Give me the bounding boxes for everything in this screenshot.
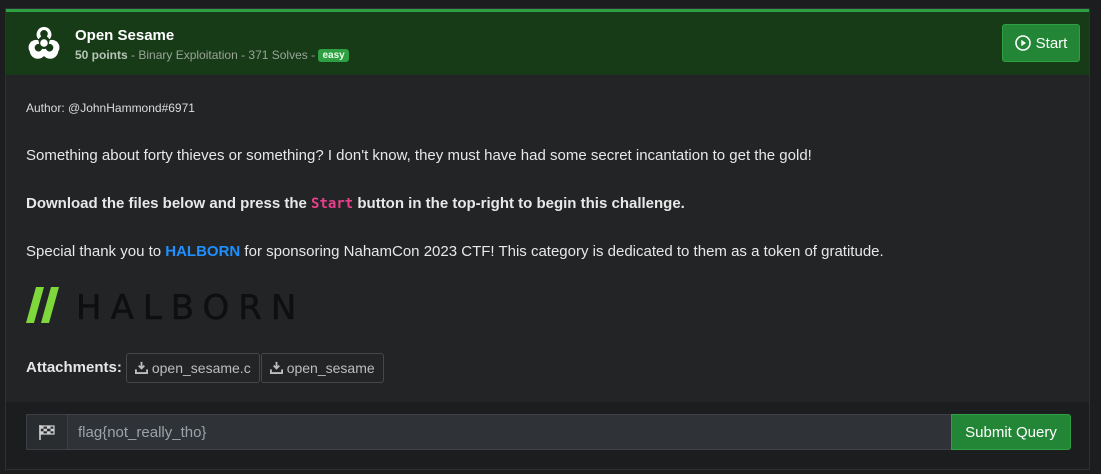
challenge-meta: 50 points - Binary Exploitation - 371 So…: [75, 48, 349, 62]
halborn-logo-text: HALBORN: [76, 288, 305, 323]
halborn-logo: HALBORN: [26, 287, 305, 323]
attachment-label: open_sesame: [286, 359, 375, 376]
halborn-link[interactable]: HALBORN: [165, 243, 240, 260]
author-line: Author: @JohnHammond#6971: [26, 101, 195, 115]
submit-query-button[interactable]: Submit Query: [951, 414, 1071, 450]
challenge-header: Open Sesame 50 points - Binary Exploitat…: [6, 9, 1089, 75]
meta-category-solves: - Binary Exploitation - 371 Solves -: [127, 48, 319, 62]
points-value: 50 points: [75, 48, 128, 62]
start-button[interactable]: Start: [1002, 24, 1080, 62]
start-button-label: Start: [1035, 34, 1068, 52]
challenge-description: Something about forty thieves or somethi…: [26, 147, 812, 164]
challenge-instruction: Download the files below and press the S…: [26, 195, 685, 212]
attachment-open-sesame-c[interactable]: open_sesame.c: [125, 352, 260, 383]
checkered-flag-icon: [39, 425, 55, 440]
instruction-text-post: button in the top-right to begin this ch…: [353, 195, 685, 212]
attachment-open-sesame[interactable]: open_sesame: [260, 352, 384, 383]
challenge-title: Open Sesame: [75, 27, 175, 44]
instruction-text-pre: Download the files below and press the: [26, 195, 312, 212]
thanks-text-post: for sponsoring NahamCon 2023 CTF! This c…: [240, 243, 884, 260]
instruction-code: Start: [311, 196, 354, 212]
attachment-label: open_sesame.c: [151, 359, 251, 376]
challenge-card: Open Sesame 50 points - Binary Exploitat…: [5, 8, 1090, 470]
flag-input[interactable]: [67, 414, 952, 450]
attachments-section: Attachments: open_sesame.c open_sesame: [26, 352, 385, 383]
biohazard-icon: [28, 26, 60, 59]
download-icon: [134, 361, 148, 374]
attachments-label: Attachments:: [26, 359, 122, 376]
difficulty-badge: easy: [318, 49, 349, 62]
download-icon: [269, 361, 283, 374]
flag-icon-addon: [26, 414, 67, 450]
thanks-text-pre: Special thank you to: [26, 243, 166, 260]
play-circle-icon: [1014, 35, 1031, 51]
sponsor-thanks: Special thank you to HALBORN for sponsor…: [26, 243, 884, 260]
flag-submit-row: Submit Query: [6, 402, 1089, 469]
